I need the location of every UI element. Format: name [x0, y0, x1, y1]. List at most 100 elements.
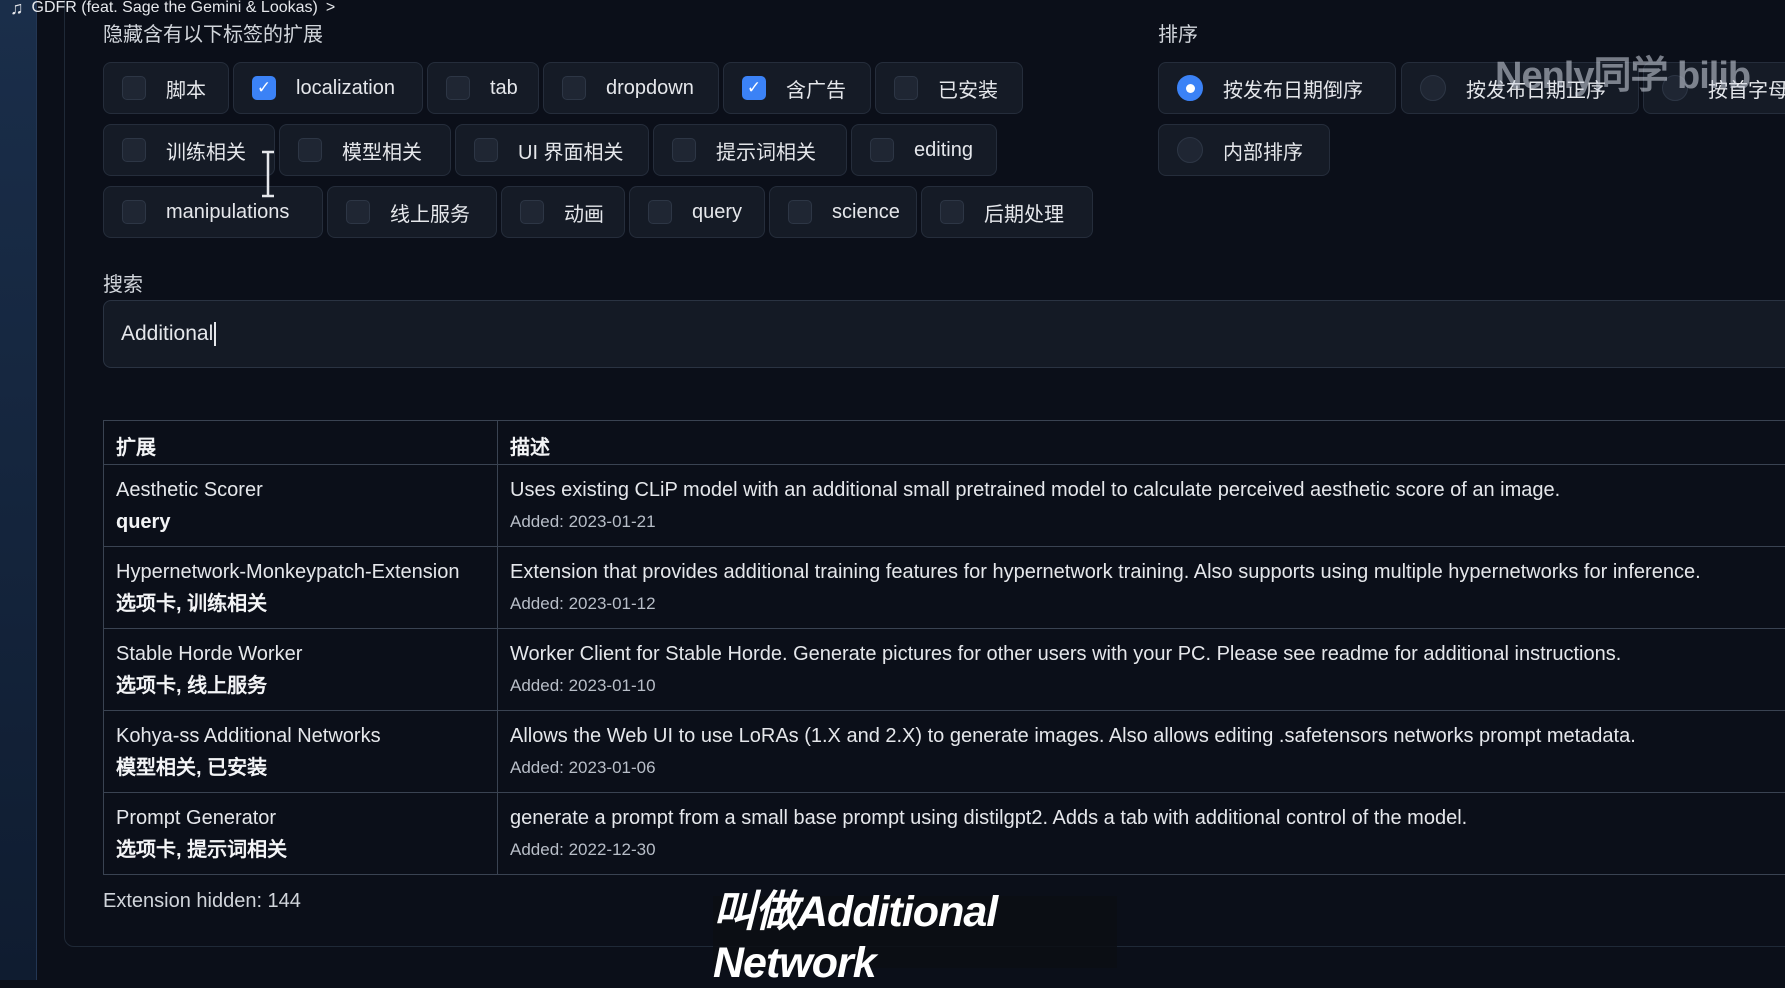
text-caret [214, 322, 216, 346]
extension-added-date: Added: 2023-01-06 [510, 758, 1785, 778]
chevron-right-icon: > [326, 0, 335, 16]
checkbox[interactable] [298, 138, 322, 162]
tag-chip-script[interactable]: 脚本 [103, 62, 229, 114]
tag-chip-science[interactable]: science [769, 186, 917, 238]
sort-option-label: 按发布日期倒序 [1223, 74, 1363, 103]
track-title: GDFR (feat. Sage the Gemini & Lookas) [32, 0, 318, 16]
extension-tags: query [116, 510, 485, 534]
extension-name[interactable]: Prompt Generator [116, 806, 485, 830]
sort-internal[interactable]: 内部排序 [1158, 124, 1330, 176]
table-row: Hypernetwork-Monkeypatch-Extension 选项卡, … [104, 547, 1785, 629]
table-row: Aesthetic Scorer query Uses existing CLi… [104, 465, 1785, 547]
checkbox[interactable] [122, 200, 146, 224]
tag-label: localization [296, 77, 395, 100]
extension-name[interactable]: Aesthetic Scorer [116, 478, 485, 502]
extension-description: Extension that provides additional train… [510, 560, 1785, 584]
checkbox[interactable] [672, 138, 696, 162]
tag-chip-tab[interactable]: tab [427, 62, 539, 114]
left-rail [0, 0, 37, 980]
tag-label: 训练相关 [166, 136, 246, 165]
sort-date-desc[interactable]: 按发布日期倒序 [1158, 62, 1396, 114]
checkbox[interactable] [446, 76, 470, 100]
extension-description: Worker Client for Stable Horde. Generate… [510, 642, 1785, 666]
extension-name[interactable]: Hypernetwork-Monkeypatch-Extension [116, 560, 485, 584]
extension-added-date: Added: 2023-01-12 [510, 594, 1785, 614]
checkbox-checked[interactable]: ✓ [742, 76, 766, 100]
tag-label: query [692, 201, 742, 224]
tag-chip-postprocess[interactable]: 后期处理 [921, 186, 1093, 238]
checkbox-checked[interactable]: ✓ [252, 76, 276, 100]
search-value: Additional [121, 322, 213, 346]
extension-cell: Aesthetic Scorer query [104, 465, 498, 547]
table-row: Kohya-ss Additional Networks 模型相关, 已安装 A… [104, 711, 1785, 793]
column-header-description: 描述 [498, 421, 1785, 465]
extension-cell: Stable Horde Worker 选项卡, 线上服务 [104, 629, 498, 711]
tag-label: 动画 [564, 198, 604, 227]
tag-chip-dropdown[interactable]: dropdown [543, 62, 719, 114]
tag-label: 线上服务 [390, 198, 470, 227]
tag-chip-animation[interactable]: 动画 [501, 186, 625, 238]
tag-chip-models[interactable]: 模型相关 [279, 124, 451, 176]
hidden-extensions-count: Extension hidden: 144 [103, 890, 301, 913]
radio-selected[interactable] [1177, 75, 1203, 101]
description-cell: Worker Client for Stable Horde. Generate… [498, 629, 1785, 711]
tag-label: 已安装 [938, 74, 998, 103]
extension-cell: Kohya-ss Additional Networks 模型相关, 已安装 [104, 711, 498, 793]
column-header-extension: 扩展 [104, 421, 498, 465]
tag-label: tab [490, 77, 518, 100]
tag-chip-manipulations[interactable]: manipulations [103, 186, 323, 238]
extensions-table: 扩展 描述 Aesthetic Scorer query Uses existi… [103, 420, 1785, 875]
extension-cell: Prompt Generator 选项卡, 提示词相关 [104, 793, 498, 875]
checkbox[interactable] [474, 138, 498, 162]
checkbox[interactable] [122, 76, 146, 100]
tag-chip-training[interactable]: 训练相关 [103, 124, 275, 176]
hide-tags-label: 隐藏含有以下标签的扩展 [103, 18, 323, 47]
checkbox[interactable] [562, 76, 586, 100]
radio[interactable] [1177, 137, 1203, 163]
tag-label: UI 界面相关 [518, 136, 624, 165]
checkbox[interactable] [122, 138, 146, 162]
checkbox[interactable] [788, 200, 812, 224]
tag-label: dropdown [606, 77, 694, 100]
tag-chip-ads[interactable]: ✓ 含广告 [723, 62, 871, 114]
extension-added-date: Added: 2022-12-30 [510, 840, 1785, 860]
extension-description: generate a prompt from a small base prom… [510, 806, 1785, 830]
extension-description: Allows the Web UI to use LoRAs (1.X and … [510, 724, 1785, 748]
music-note-icon: ♫ [10, 0, 24, 16]
tag-chip-prompts[interactable]: 提示词相关 [653, 124, 847, 176]
tag-chip-installed[interactable]: 已安装 [875, 62, 1023, 114]
checkbox[interactable] [894, 76, 918, 100]
bilibili-watermark: Nenly同学 bilib [1495, 44, 1750, 99]
extension-tags: 选项卡, 线上服务 [116, 674, 485, 698]
text-cursor-icon [261, 150, 275, 198]
tag-chip-editing[interactable]: editing [851, 124, 997, 176]
extension-name[interactable]: Kohya-ss Additional Networks [116, 724, 485, 748]
description-cell: generate a prompt from a small base prom… [498, 793, 1785, 875]
sort-option-label: 内部排序 [1223, 136, 1303, 165]
checkbox[interactable] [648, 200, 672, 224]
tag-chip-query[interactable]: query [629, 186, 765, 238]
search-input[interactable]: Additional [103, 300, 1785, 368]
extension-description: Uses existing CLiP model with an additio… [510, 478, 1785, 502]
extension-added-date: Added: 2023-01-21 [510, 512, 1785, 532]
tag-label: 提示词相关 [716, 136, 816, 165]
checkbox[interactable] [346, 200, 370, 224]
table-row: Stable Horde Worker 选项卡, 线上服务 Worker Cli… [104, 629, 1785, 711]
checkbox[interactable] [940, 200, 964, 224]
tag-chip-ui[interactable]: UI 界面相关 [455, 124, 649, 176]
sort-label: 排序 [1158, 18, 1198, 47]
checkbox[interactable] [870, 138, 894, 162]
extension-name[interactable]: Stable Horde Worker [116, 642, 485, 666]
table-header: 扩展 描述 [104, 421, 1785, 465]
table-row: Prompt Generator 选项卡, 提示词相关 generate a p… [104, 793, 1785, 875]
tag-chip-online[interactable]: 线上服务 [327, 186, 497, 238]
video-subtitle: 叫做Additional Network [713, 896, 1117, 968]
extension-tags: 选项卡, 训练相关 [116, 592, 485, 616]
tag-chip-localization[interactable]: ✓ localization [233, 62, 423, 114]
tag-label: 模型相关 [342, 136, 422, 165]
music-bar[interactable]: ♫ GDFR (feat. Sage the Gemini & Lookas) … [10, 0, 335, 16]
extension-added-date: Added: 2023-01-10 [510, 676, 1785, 696]
radio[interactable] [1420, 75, 1446, 101]
tag-label: science [832, 201, 900, 224]
checkbox[interactable] [520, 200, 544, 224]
